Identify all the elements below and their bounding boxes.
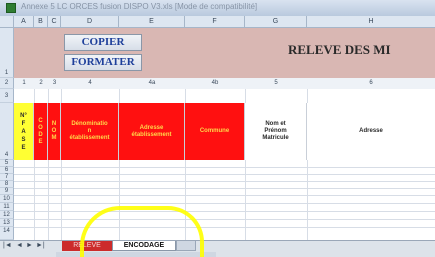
header-cell-nom-prenom[interactable]: Nom et Prénom Matricule <box>245 103 307 160</box>
first-sheet-icon[interactable]: |◄ <box>3 242 12 249</box>
row-header-11[interactable]: 11 <box>0 203 14 211</box>
spreadsheet-window: Annexe 5 LC ORCES fusion DISPO V3.xls [M… <box>0 0 435 257</box>
column-number: 5 <box>274 80 278 86</box>
last-sheet-icon[interactable]: ►| <box>36 242 45 249</box>
window-title: Annexe 5 LC ORCES fusion DISPO V3.xls [M… <box>21 2 258 11</box>
row-header-7[interactable]: 7 <box>0 174 14 181</box>
row-header-6[interactable]: 6 <box>0 167 14 174</box>
row-header-12[interactable]: 12 <box>0 211 14 219</box>
title-bar: Annexe 5 LC ORCES fusion DISPO V3.xls [M… <box>0 0 435 16</box>
row-header-5[interactable]: 5 <box>0 160 14 167</box>
row-header-3[interactable]: 3 <box>0 89 14 103</box>
row-header-4[interactable]: 4 <box>0 103 14 160</box>
column-header-e[interactable]: E <box>119 16 185 27</box>
header-cell-denomination[interactable]: Dénominatio n établissement <box>61 103 119 160</box>
column-header-a[interactable]: A <box>14 16 34 27</box>
row-header-2[interactable]: 2 <box>0 78 14 89</box>
select-all-corner[interactable] <box>0 16 14 27</box>
row-header-9[interactable]: 9 <box>0 188 14 195</box>
header-cell-nfase[interactable]: N° F A S E <box>14 103 34 160</box>
column-number: 4a <box>148 80 156 86</box>
column-number: 2 <box>39 80 43 86</box>
gridline <box>14 211 435 212</box>
header-cell-commune[interactable]: Commune <box>185 103 245 160</box>
row-header-14[interactable]: 14 <box>0 227 14 240</box>
header-cell-code[interactable]: C O D E <box>34 103 48 160</box>
column-header-row: A B C D E F G H <box>0 16 435 28</box>
column-header-g[interactable]: G <box>245 16 307 27</box>
previous-sheet-icon[interactable]: ◄ <box>16 242 23 249</box>
yellow-highlight-annotation <box>80 206 204 257</box>
header-cell-adresse-etablissement[interactable]: Adresse établissement <box>119 103 185 160</box>
gridline <box>14 219 435 220</box>
row-header-10[interactable]: 10 <box>0 195 14 203</box>
column-header-f[interactable]: F <box>185 16 245 27</box>
column-number: 1 <box>22 80 26 86</box>
row-header-8[interactable]: 8 <box>0 181 14 188</box>
column-header-b[interactable]: B <box>34 16 48 27</box>
format-button[interactable]: FORMATER <box>64 54 142 71</box>
copy-button[interactable]: COPIER <box>64 34 142 51</box>
column-header-d[interactable]: D <box>61 16 119 27</box>
column-number: 6 <box>369 80 373 86</box>
gridline <box>14 167 435 168</box>
excel-icon <box>6 3 16 13</box>
column-header-c[interactable]: C <box>48 16 61 27</box>
gridline <box>14 227 435 228</box>
column-number: 4b <box>211 80 219 86</box>
gridline <box>14 188 435 189</box>
gridline <box>14 174 435 175</box>
row-header-1[interactable]: 1 <box>0 28 14 78</box>
column-header-h[interactable]: H <box>307 16 435 27</box>
worksheet-grid[interactable]: 1 2 3 4 5 6 7 8 9 10 11 12 13 14 COPIER <box>0 28 435 240</box>
column-number: 4 <box>88 80 92 86</box>
banner-merged-cell: COPIER FORMATER RELEVE DES MI <box>14 28 435 78</box>
header-cell-nom[interactable]: N O M <box>48 103 61 160</box>
row-header-13[interactable]: 13 <box>0 219 14 227</box>
report-title: RELEVE DES MI <box>288 42 391 57</box>
header-cell-adresse[interactable]: Adresse <box>307 103 435 160</box>
next-sheet-icon[interactable]: ► <box>26 242 33 249</box>
gridline <box>14 203 435 204</box>
column-number: 3 <box>52 80 57 86</box>
column-number-row: 1 2 3 4 4a 4b 5 6 <box>14 78 435 89</box>
sheet-tab-bar: |◄ ◄ ► ►| RELEVE ENCODAGE <box>0 240 435 257</box>
gridline <box>14 181 435 182</box>
gridline <box>14 195 435 196</box>
